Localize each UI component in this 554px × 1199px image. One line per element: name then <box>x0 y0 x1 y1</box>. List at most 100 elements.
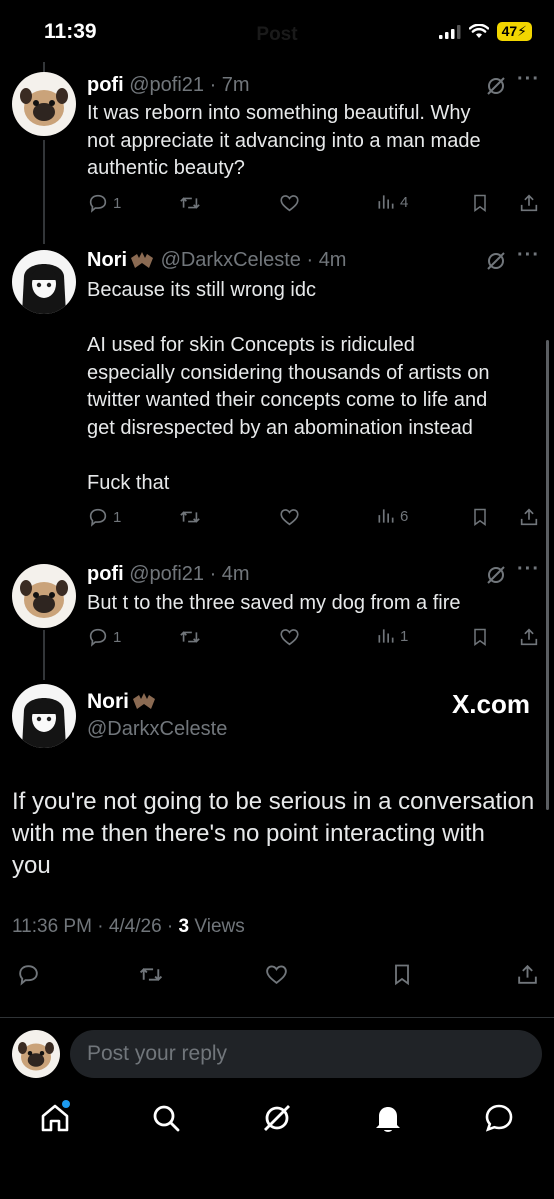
post-meta: 11:36 PM · 4/4/26 · 3 Views <box>12 916 245 938</box>
bookmark-icon <box>395 964 409 986</box>
bell-icon[interactable] <box>371 1101 405 1135</box>
repost-button[interactable] <box>179 192 201 214</box>
reply-button[interactable]: 1 <box>87 192 121 214</box>
status-bar: 11:39 Post 47⚡ <box>0 0 554 66</box>
avatar[interactable] <box>12 684 76 748</box>
dot-separator: · <box>204 563 222 585</box>
tweet-time[interactable]: 7m <box>222 74 250 96</box>
tweet-line: get disrespected by an abomination inste… <box>87 416 473 439</box>
views-button[interactable]: 4 <box>376 192 408 212</box>
author-handle[interactable]: @pofi21 <box>129 74 204 96</box>
tweet-line <box>87 442 527 470</box>
bookmark-button[interactable] <box>470 192 490 214</box>
reply-button[interactable]: 1 <box>87 506 121 528</box>
avatar[interactable] <box>12 564 76 628</box>
thread-line <box>43 62 45 72</box>
share-button[interactable] <box>518 506 540 528</box>
heart-icon <box>280 629 299 646</box>
reply-icon <box>89 194 107 213</box>
more-icon[interactable]: ··· <box>517 68 540 91</box>
views-icon <box>378 629 394 643</box>
share-button[interactable] <box>518 192 540 214</box>
bottom-nav <box>0 1095 554 1150</box>
reply-icon <box>89 628 107 647</box>
post-date[interactable]: 4/4/26 <box>109 916 162 937</box>
dot-separator: · <box>161 916 179 937</box>
bat-emoji-icon <box>133 693 155 710</box>
repost-icon <box>180 511 200 523</box>
reply-input[interactable]: Post your reply <box>70 1030 542 1078</box>
own-avatar[interactable] <box>12 1030 60 1078</box>
tweet-line: especially considering thousands of arti… <box>87 361 490 384</box>
views-button[interactable]: 6 <box>376 506 408 526</box>
tweet-time[interactable]: 4m <box>222 563 250 585</box>
bookmark-button[interactable] <box>470 626 490 648</box>
views-label: Views <box>194 916 245 937</box>
tweet-actions: 1 1 <box>87 626 542 654</box>
grok-icon[interactable] <box>485 250 507 272</box>
bookmark-icon <box>474 628 486 646</box>
tweet-line <box>87 305 527 333</box>
scrollbar[interactable] <box>546 340 549 810</box>
tweet-line: It was reborn into something beautiful. … <box>87 102 471 124</box>
main-author-name[interactable]: Nori <box>87 690 157 714</box>
tweet-actions: 1 4 <box>87 192 542 220</box>
avatar[interactable] <box>12 72 76 136</box>
bookmark-icon <box>474 508 486 526</box>
dot-separator: · <box>91 916 109 937</box>
battery-indicator: 47⚡ <box>496 22 532 41</box>
bookmark-icon <box>474 194 486 212</box>
reply-count: 1 <box>113 194 122 212</box>
bookmark-button[interactable] <box>390 962 414 987</box>
like-button[interactable] <box>278 626 301 648</box>
main-author-handle[interactable]: @DarkxCeleste <box>87 718 227 741</box>
grok-icon[interactable] <box>485 75 507 97</box>
views-icon <box>378 509 394 523</box>
views-icon <box>378 195 394 209</box>
share-icon <box>520 508 538 526</box>
search-icon[interactable] <box>149 1101 183 1135</box>
grok-icon[interactable] <box>260 1101 294 1135</box>
post-time[interactable]: 11:36 PM <box>12 916 92 937</box>
author-handle[interactable]: @DarkxCeleste <box>161 249 301 271</box>
pug-avatar-image <box>12 564 76 628</box>
like-button[interactable] <box>278 506 301 528</box>
tweet-line: twitter wanted their concepts come to li… <box>87 389 488 411</box>
pug-avatar-image <box>12 1030 60 1078</box>
views-count: 3 <box>178 916 190 937</box>
more-icon[interactable]: ··· <box>517 558 540 581</box>
tweet-text: But t to the three saved my dog from a f… <box>87 590 527 618</box>
share-button[interactable] <box>515 962 540 987</box>
views-button[interactable]: 1 <box>376 626 408 646</box>
like-button[interactable] <box>263 962 290 987</box>
status-icons: 47⚡ <box>438 22 532 41</box>
bookmark-button[interactable] <box>470 506 490 528</box>
tweet-time[interactable]: 4m <box>319 249 347 271</box>
anime-avatar-image <box>12 250 76 314</box>
more-icon[interactable]: ··· <box>517 244 540 267</box>
repost-button[interactable] <box>138 962 164 987</box>
grok-icon[interactable] <box>485 564 507 586</box>
messages-icon[interactable] <box>482 1101 516 1135</box>
author-name[interactable]: pofi <box>87 563 124 585</box>
author-handle[interactable]: @pofi21 <box>129 563 204 585</box>
avatar[interactable] <box>12 250 76 314</box>
tweet-line: not appreciate it advancing into a man m… <box>87 129 481 152</box>
share-button[interactable] <box>518 626 540 648</box>
share-icon <box>520 628 538 646</box>
views-count: 1 <box>400 627 409 645</box>
share-icon <box>520 194 538 212</box>
repost-button[interactable] <box>179 626 201 648</box>
reply-placeholder: Post your reply <box>87 1042 228 1065</box>
reply-button[interactable]: 1 <box>87 626 121 648</box>
battery-level: 47 <box>501 23 518 39</box>
author-name[interactable]: pofi <box>87 74 124 96</box>
repost-button[interactable] <box>179 506 201 528</box>
like-button[interactable] <box>278 192 301 214</box>
reply-button[interactable] <box>16 962 41 987</box>
pug-avatar-image <box>12 72 76 136</box>
tweet-header: Nori @DarkxCeleste · 4m <box>87 249 346 272</box>
author-name[interactable]: Nori <box>87 249 127 271</box>
tweet-text: It was reborn into something beautiful. … <box>87 100 527 183</box>
tweet-line: Because its still wrong idc <box>87 279 316 301</box>
